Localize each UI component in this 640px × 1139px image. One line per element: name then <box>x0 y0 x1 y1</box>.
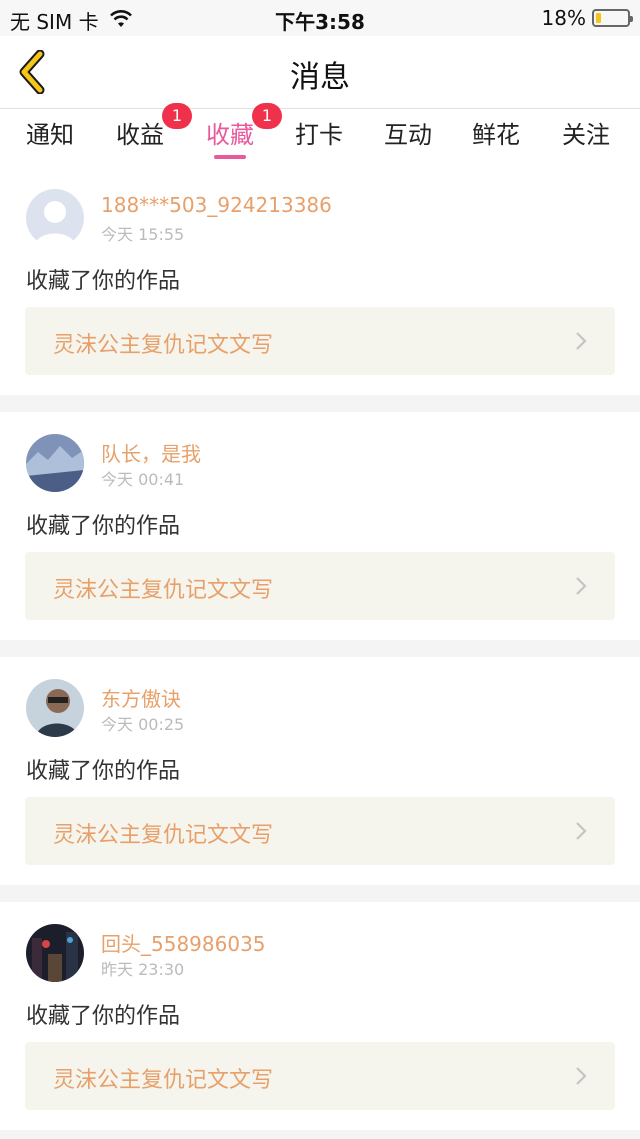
tab-flowers[interactable]: 鲜花 <box>472 115 520 165</box>
tab-label: 打卡 <box>295 121 343 149</box>
unread-badge: 1 <box>162 103 192 129</box>
message-card: 队长，是我 今天 00:41 收藏了你的作品 灵沫公主复仇记文文写 <box>0 412 640 640</box>
default-avatar[interactable] <box>26 189 84 247</box>
winter-landscape-avatar[interactable] <box>26 434 84 492</box>
status-bar: 无 SIM 卡 下午3:58 18% <box>0 0 640 36</box>
timestamp: 昨天 23:30 <box>101 960 185 979</box>
tab-label: 互动 <box>384 121 432 149</box>
work-link[interactable]: 灵沫公主复仇记文文写 <box>25 1042 615 1110</box>
action-text: 收藏了你的作品 <box>26 759 181 784</box>
page-title: 消息 <box>290 60 350 95</box>
chevron-right-icon <box>576 332 587 350</box>
tab-label: 收藏 <box>206 121 254 149</box>
timestamp: 今天 15:55 <box>101 225 185 244</box>
message-card: 回头_558986035 昨天 23:30 收藏了你的作品 灵沫公主复仇记文文写 <box>0 902 640 1130</box>
tab-favorites[interactable]: 收藏 1 <box>206 103 282 165</box>
tab-follow[interactable]: 关注 <box>562 115 610 165</box>
work-title: 灵沫公主复仇记文文写 <box>53 578 274 603</box>
tab-notification[interactable]: 通知 <box>26 115 74 165</box>
unread-badge: 1 <box>252 103 282 129</box>
battery-level <box>596 13 601 23</box>
tab-label: 通知 <box>26 121 74 149</box>
tab-bar: 通知 收益 1 收藏 1 打卡 互动 鲜花 关注 <box>0 103 640 167</box>
person-photo-avatar[interactable] <box>26 679 84 737</box>
user-name[interactable]: 188***503_924213386 <box>101 193 332 217</box>
message-card: 188***503_924213386 今天 15:55 收藏了你的作品 灵沫公… <box>0 167 640 395</box>
action-text: 收藏了你的作品 <box>26 1004 181 1029</box>
chevron-right-icon <box>576 822 587 840</box>
night-city-avatar[interactable] <box>26 924 84 982</box>
message-card: 东方傲诀 今天 00:25 收藏了你的作品 灵沫公主复仇记文文写 <box>0 657 640 885</box>
tab-label: 关注 <box>562 121 610 149</box>
work-link[interactable]: 灵沫公主复仇记文文写 <box>25 307 615 375</box>
tab-checkin[interactable]: 打卡 <box>295 115 343 165</box>
chevron-right-icon <box>576 1067 587 1085</box>
status-right: 18% <box>541 6 633 30</box>
tab-interaction[interactable]: 互动 <box>384 115 432 165</box>
tab-label: 鲜花 <box>472 121 520 149</box>
work-title: 灵沫公主复仇记文文写 <box>53 333 274 358</box>
active-tab-indicator <box>214 155 246 159</box>
timestamp: 今天 00:25 <box>101 715 185 734</box>
battery-percent: 18% <box>541 6 586 30</box>
user-name[interactable]: 东方傲诀 <box>101 683 181 712</box>
chevron-right-icon <box>576 577 587 595</box>
battery-icon <box>592 9 633 27</box>
work-link[interactable]: 灵沫公主复仇记文文写 <box>25 797 615 865</box>
action-text: 收藏了你的作品 <box>26 514 181 539</box>
work-link[interactable]: 灵沫公主复仇记文文写 <box>25 552 615 620</box>
tab-earnings[interactable]: 收益 1 <box>116 103 192 165</box>
user-name[interactable]: 回头_558986035 <box>101 928 266 957</box>
user-name[interactable]: 队长，是我 <box>101 438 201 467</box>
tab-label: 收益 <box>116 121 164 149</box>
work-title: 灵沫公主复仇记文文写 <box>53 823 274 848</box>
action-text: 收藏了你的作品 <box>26 269 181 294</box>
timestamp: 今天 00:41 <box>101 470 185 489</box>
work-title: 灵沫公主复仇记文文写 <box>53 1068 274 1093</box>
nav-bar: 消息 <box>0 36 640 109</box>
